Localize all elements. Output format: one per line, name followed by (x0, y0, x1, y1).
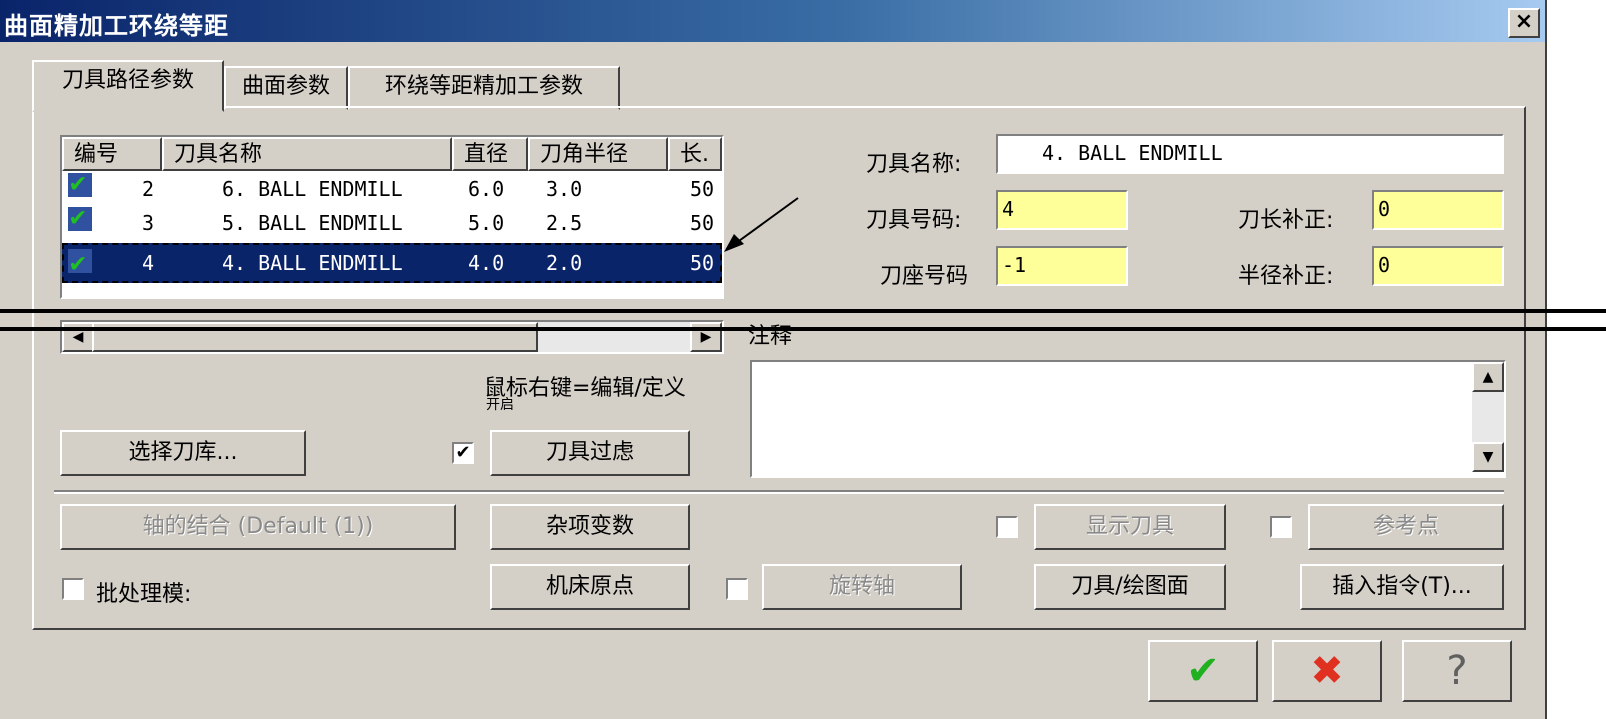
checkmark-icon: ✔ (1186, 648, 1220, 694)
tool-len: 50 (690, 177, 715, 201)
window-title: 曲面精加工环绕等距 (4, 12, 229, 40)
annotation-arrow-icon (724, 197, 799, 252)
tool-len: 50 (690, 211, 715, 235)
col-header-len[interactable]: 长. (668, 137, 722, 171)
select-library-button[interactable]: 选择刀库... (60, 430, 306, 476)
close-button[interactable]: × (1508, 8, 1540, 38)
tool-num-field[interactable]: 4 (996, 190, 1128, 230)
tool-num: 4 (142, 251, 155, 275)
list-hint: 鼠标右键=编辑/定义 开启 (484, 376, 686, 413)
check-icon (68, 167, 92, 199)
tool-dia: 6.0 (468, 177, 505, 201)
scroll-down-icon[interactable]: ▼ (1472, 442, 1504, 472)
batch-mode-label: 批处理模: (96, 582, 192, 607)
cancel-button[interactable]: ✖ (1272, 640, 1382, 702)
tool-radius: 2.5 (546, 211, 583, 235)
length-comp-field[interactable]: 0 (1372, 190, 1504, 230)
tool-list-hscrollbar[interactable]: ◀ ▶ (60, 320, 724, 354)
tab-toolpath-params[interactable]: 刀具路径参数 (32, 60, 224, 112)
tool-name: 6. BALL ENDMILL (222, 177, 403, 201)
help-button[interactable]: ? (1402, 640, 1512, 702)
tab-finish-params[interactable]: 环绕等距精加工参数 (348, 66, 620, 110)
tool-plane-button[interactable]: 刀具/绘图面 (1034, 564, 1226, 610)
tool-name: 4. BALL ENDMILL (222, 251, 403, 275)
break-line-bottom (0, 327, 1606, 331)
tool-row-selected[interactable]: 4 4. BALL ENDMILL 4.0 2.0 50 (62, 243, 722, 283)
tool-name-field[interactable]: 4. BALL ENDMILL (996, 134, 1504, 174)
tool-len: 50 (690, 251, 715, 275)
misc-vars-button[interactable]: 杂项变数 (490, 504, 690, 550)
tool-dia: 5.0 (468, 211, 505, 235)
check-icon (68, 201, 92, 233)
tool-radius: 2.0 (546, 251, 583, 275)
tool-radius: 3.0 (546, 177, 583, 201)
show-tool-button[interactable]: 显示刀具 (1034, 504, 1226, 550)
break-line-top (0, 309, 1606, 313)
radius-comp-field[interactable]: 0 (1372, 246, 1504, 286)
col-header-radius[interactable]: 刀角半径 (528, 137, 668, 171)
dialog-window: 曲面精加工环绕等距 × 刀具路径参数 曲面参数 环绕等距精加工参数 编号 刀具名… (0, 0, 1547, 719)
notes-field[interactable]: ▲ ▼ (750, 360, 1506, 478)
tool-name: 5. BALL ENDMILL (222, 211, 403, 235)
hint-line1: 鼠标右键=编辑/定义 (484, 376, 686, 401)
rotary-axis-checkbox[interactable] (726, 578, 748, 600)
tool-dia: 4.0 (468, 251, 505, 275)
radius-comp-label: 半径补正: (1238, 264, 1334, 289)
check-icon (68, 243, 92, 283)
rotary-axis-button[interactable]: 旋转轴 (762, 564, 962, 610)
col-header-name[interactable]: 刀具名称 (162, 137, 452, 171)
tool-filter-checkbox[interactable]: ✔ (452, 442, 474, 464)
question-icon: ? (1446, 648, 1468, 694)
insert-command-button[interactable]: 插入指令(T)... (1300, 564, 1504, 610)
show-tool-checkbox[interactable] (996, 516, 1018, 538)
machine-origin-button[interactable]: 机床原点 (490, 564, 690, 610)
ok-button[interactable]: ✔ (1148, 640, 1258, 702)
col-header-dia[interactable]: 直径 (452, 137, 528, 171)
title-bar[interactable]: 曲面精加工环绕等距 × (0, 0, 1545, 42)
batch-mode-checkbox[interactable] (62, 578, 84, 600)
cross-icon: ✖ (1310, 648, 1344, 694)
holder-num-field[interactable]: -1 (996, 246, 1128, 286)
axis-combination-button[interactable]: 轴的结合 (Default (1)) (60, 504, 456, 550)
ref-point-checkbox[interactable] (1270, 516, 1292, 538)
col-header-num[interactable]: 编号 (62, 137, 162, 171)
holder-num-label: 刀座号码 (880, 264, 969, 289)
tool-num: 3 (142, 211, 155, 235)
scroll-up-icon[interactable]: ▲ (1472, 362, 1504, 392)
notes-label: 注释 (748, 324, 793, 349)
tool-filter-button[interactable]: 刀具过虑 (490, 430, 690, 476)
tool-list[interactable]: 编号 刀具名称 直径 刀角半径 长. 2 6. BALL ENDMILL 6.0… (60, 135, 724, 299)
tool-row[interactable]: 3 5. BALL ENDMILL 5.0 2.5 50 (62, 201, 722, 239)
tool-name-label: 刀具名称: (866, 152, 962, 177)
hint-line2: 开启 (486, 397, 514, 413)
tool-num-label: 刀具号码: (866, 208, 962, 233)
length-comp-label: 刀长补正: (1238, 208, 1334, 233)
tab-surface-params[interactable]: 曲面参数 (224, 66, 348, 110)
notes-vscrollbar[interactable]: ▲ ▼ (1472, 362, 1504, 472)
tool-num: 2 (142, 177, 155, 201)
ref-point-button[interactable]: 参考点 (1308, 504, 1504, 550)
tool-row[interactable]: 2 6. BALL ENDMILL 6.0 3.0 50 (62, 167, 722, 205)
separator (54, 490, 1504, 494)
